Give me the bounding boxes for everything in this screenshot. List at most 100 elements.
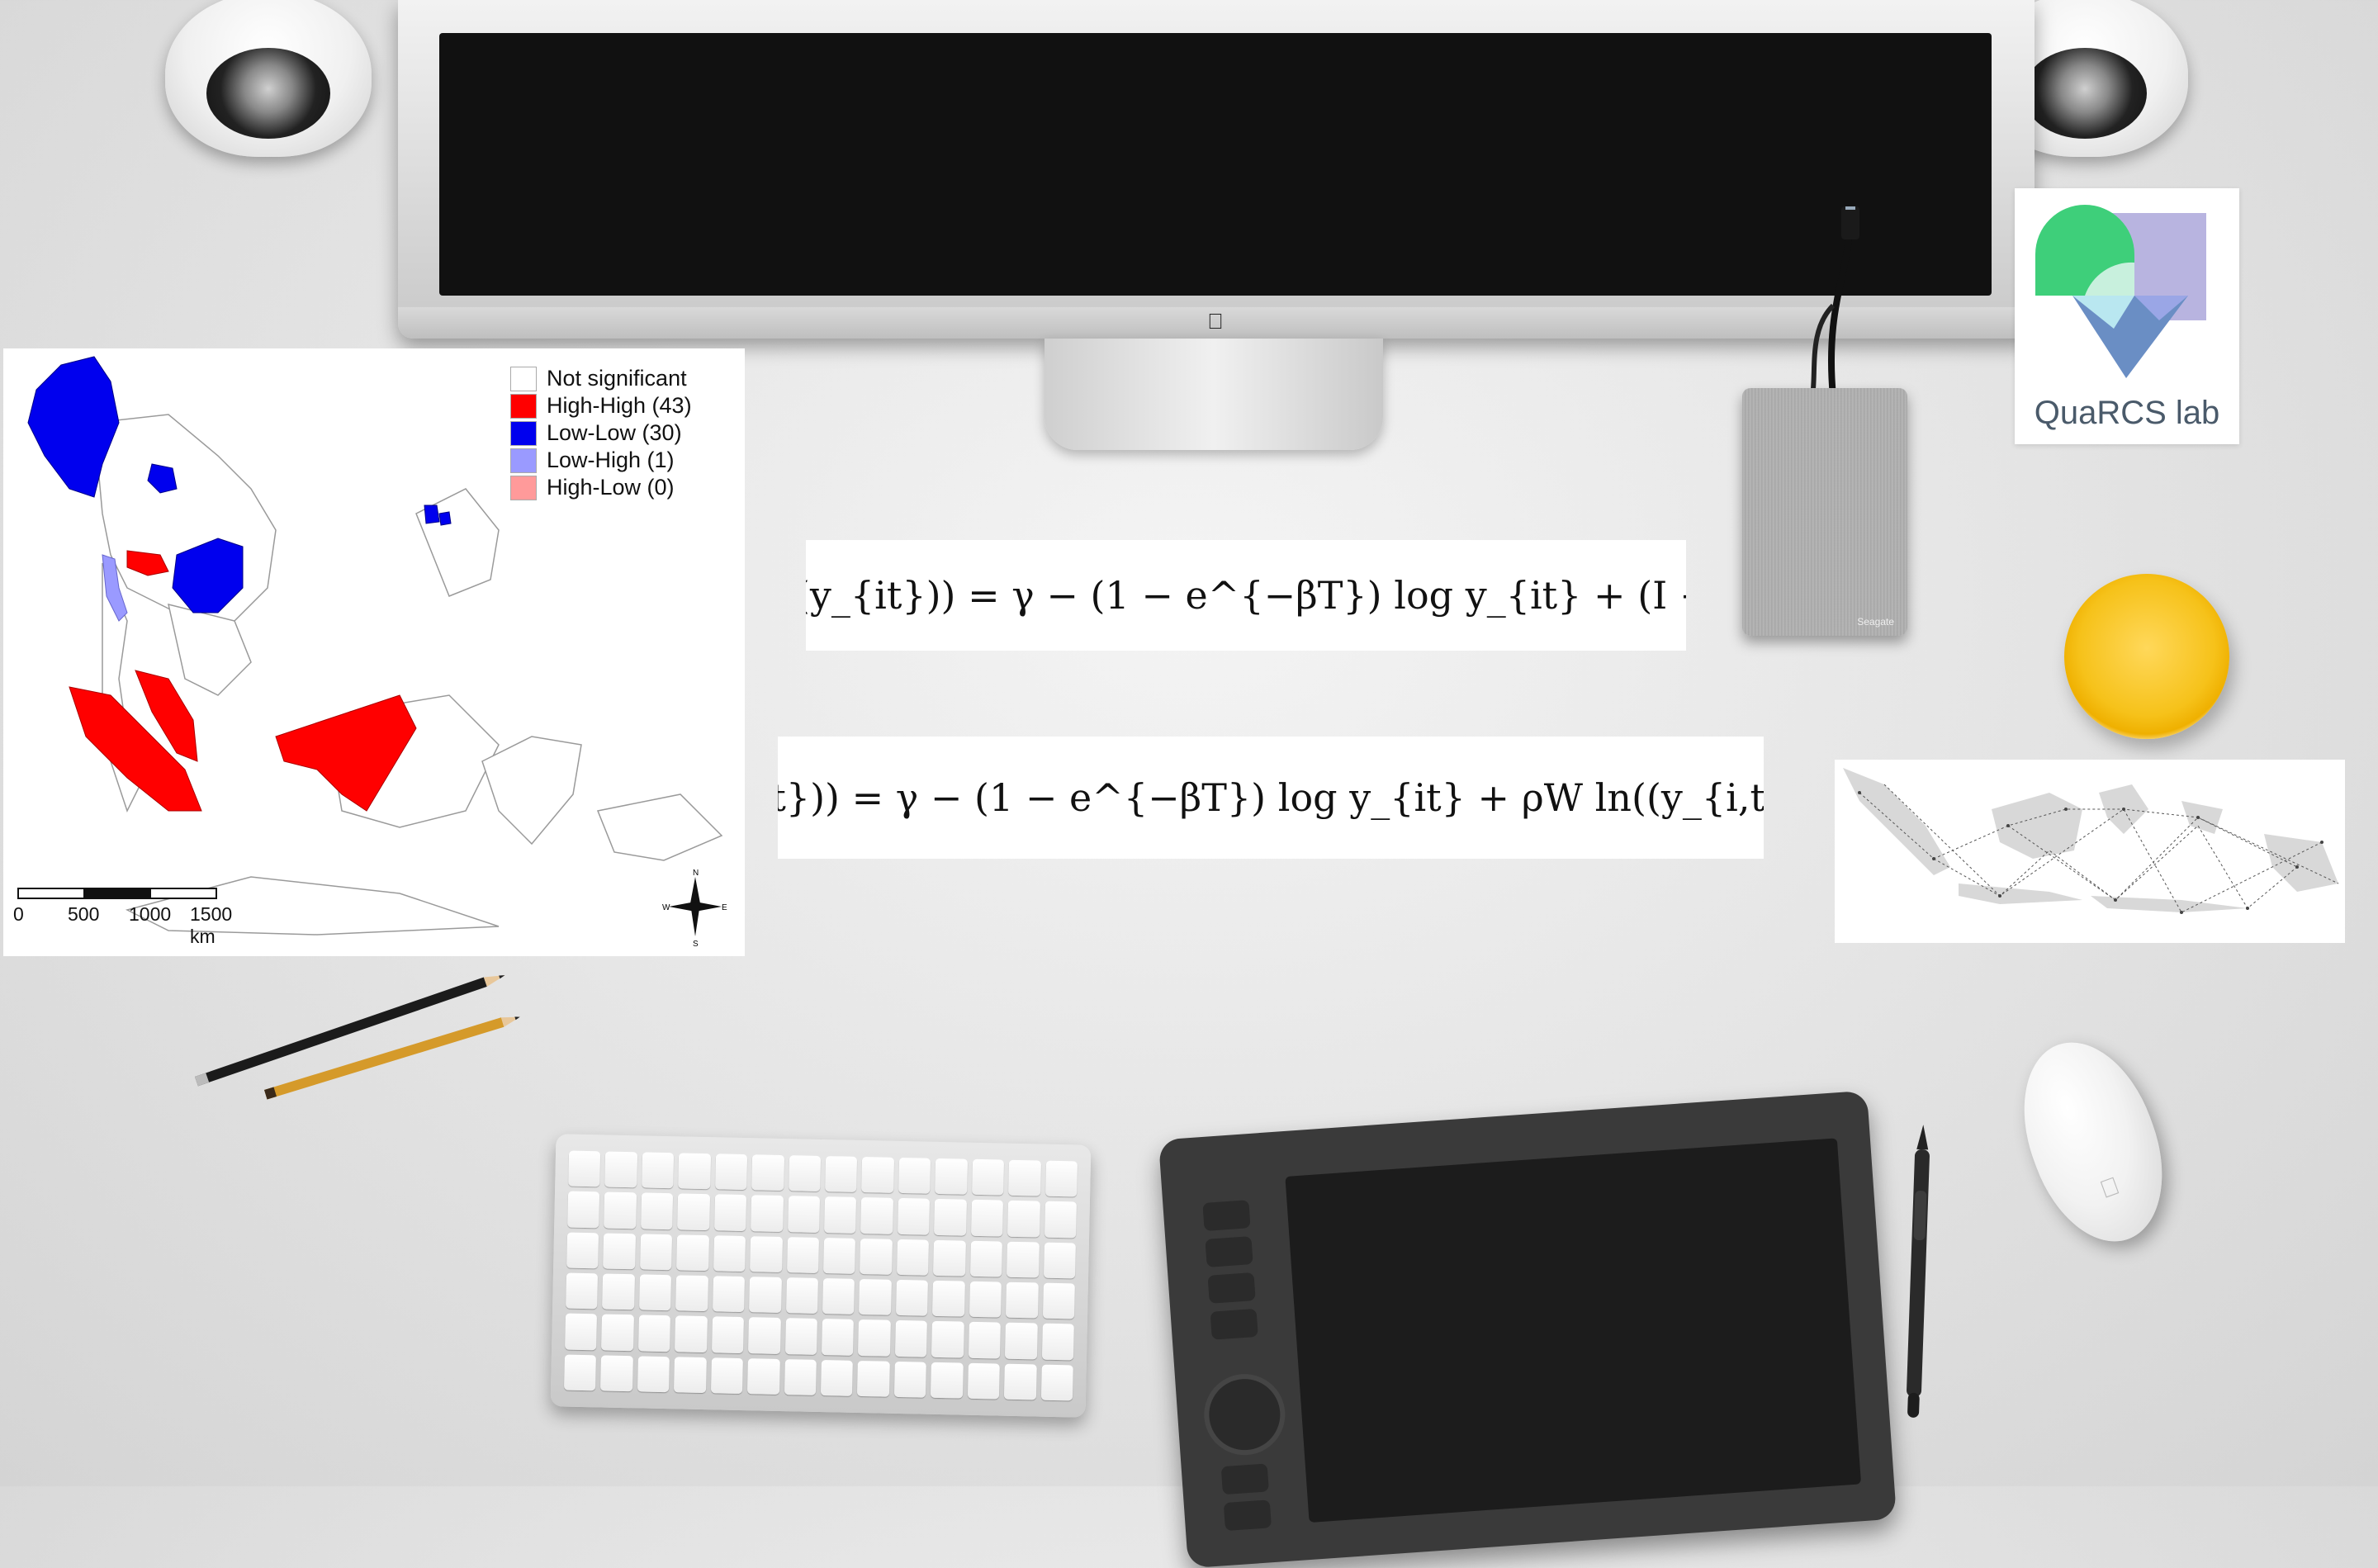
legend-swatch [510, 475, 537, 500]
compass-s: S [693, 940, 699, 948]
compass-n: N [693, 869, 699, 878]
keyboard-key [675, 1315, 708, 1352]
legend-label: Low-High (1) [547, 448, 675, 472]
legend-label: Not significant [547, 366, 687, 391]
keyboard-key [638, 1274, 672, 1311]
keyboard-key [932, 1280, 965, 1317]
keyboard-key [603, 1233, 636, 1270]
keyboard-key [565, 1313, 598, 1350]
legend-swatch [510, 366, 537, 391]
keyboard-key [677, 1193, 710, 1230]
legend-label: High-High (43) [547, 393, 692, 418]
keyboard-key [1043, 1242, 1076, 1279]
pencils [194, 975, 520, 1100]
keyboard-key [935, 1158, 968, 1196]
quarcs-logo-icon [2035, 205, 2206, 378]
keyboard-key [568, 1150, 601, 1187]
scale-bar: 0 500 1000 1500 km [13, 887, 261, 947]
keyboard-key [749, 1277, 782, 1314]
keyboard-key [602, 1273, 635, 1310]
scale-label: 1500 km [190, 903, 233, 947]
lisa-cluster-map: Not significant High-High (43) Low-Low (… [3, 348, 745, 956]
keyboard-key [710, 1357, 744, 1395]
monitor-stand [1045, 339, 1383, 450]
stylus-pen [1907, 1125, 1930, 1418]
keyboard-key [931, 1362, 964, 1399]
keyboard-key [751, 1195, 784, 1232]
keyboard-key [898, 1157, 931, 1195]
keyboard-key [604, 1191, 637, 1229]
keyboard-key [860, 1197, 893, 1234]
compass-w: W [662, 903, 670, 912]
imac-monitor:  [398, 0, 2035, 339]
keyboard-key [894, 1320, 928, 1357]
keyboard-key [711, 1316, 745, 1353]
speaker-cone [2023, 48, 2147, 139]
keyboard-key [1004, 1363, 1037, 1400]
network-map-graphic [1843, 768, 2339, 914]
keyboard-key [893, 1361, 927, 1398]
compass-e: E [722, 903, 727, 912]
keyboard-key [713, 1194, 747, 1231]
keyboard-key [931, 1321, 964, 1358]
keyboard-key [564, 1354, 597, 1391]
keyboard-key [857, 1360, 890, 1397]
keyboard-key [822, 1278, 855, 1315]
keyboard-key [786, 1236, 819, 1273]
tablet-button [1223, 1499, 1272, 1532]
tablet-touch-ring [1201, 1371, 1288, 1458]
keyboard-key [971, 1158, 1005, 1196]
keyboard-key [861, 1157, 894, 1194]
keyboard-key [933, 1239, 966, 1277]
keyboard-key [1007, 1201, 1040, 1238]
keyboard-key [784, 1318, 817, 1355]
keyboard-key [969, 1281, 1002, 1318]
keyboard-key [1042, 1282, 1075, 1319]
hard-drive-brand: Seagate [1857, 616, 1894, 628]
keyboard-key [750, 1235, 783, 1272]
keyboard-key [1006, 1281, 1039, 1319]
external-hard-drive: Seagate [1742, 388, 1907, 636]
keyboard-key [637, 1356, 670, 1393]
keyboard-key [1045, 1160, 1078, 1197]
keyboard-key [1008, 1159, 1041, 1196]
equation-text: ln((y_{i,t+T}) / (y_{it})) = γ − (1 − e^… [778, 775, 1764, 820]
keyboard-key [823, 1237, 856, 1274]
legend-item: Not significant [510, 365, 733, 392]
left-speaker [165, 0, 372, 157]
keyboard-key [897, 1198, 931, 1235]
magic-mouse:  [1999, 1023, 2187, 1261]
keyboard-key [820, 1359, 854, 1396]
indonesia-network-map [1835, 760, 2345, 943]
keyboard-key [712, 1276, 746, 1313]
keyboard-key [970, 1200, 1004, 1237]
legend-swatch [510, 393, 537, 419]
keyboard-key [1005, 1323, 1038, 1360]
keyboard-key [751, 1154, 784, 1191]
keyboard-key [566, 1232, 599, 1269]
keyboard-key [713, 1234, 746, 1272]
keyboard-key [896, 1239, 930, 1276]
keyboard-key [967, 1362, 1000, 1400]
keyboard-key [858, 1319, 891, 1357]
legend-swatch [510, 448, 537, 473]
keyboard-key [747, 1357, 780, 1395]
legend-label: High-Low (0) [547, 475, 675, 500]
keyboard-key [637, 1315, 671, 1352]
keyboard-key [678, 1153, 711, 1190]
keyboard-key [566, 1272, 599, 1310]
keyboard-key [934, 1199, 967, 1236]
legend-item: High-High (43) [510, 392, 733, 419]
scale-label: 0 [13, 903, 24, 925]
orange-juice-glass [2064, 574, 2229, 739]
keyboard-key [1007, 1241, 1040, 1278]
keyboard-key [600, 1355, 633, 1392]
keyboard-key [825, 1156, 858, 1193]
keyboard-key [639, 1234, 673, 1271]
keyboard-key [968, 1322, 1001, 1359]
tablet-button [1220, 1463, 1269, 1495]
keyboard-key [787, 1196, 820, 1233]
equation-text: ln((y_{i,t+T}) / (y_{it})) = γ − (1 − e^… [806, 573, 1686, 618]
map-legend: Not significant High-High (43) Low-Low (… [510, 365, 733, 501]
drawing-tablet [1158, 1090, 1897, 1568]
